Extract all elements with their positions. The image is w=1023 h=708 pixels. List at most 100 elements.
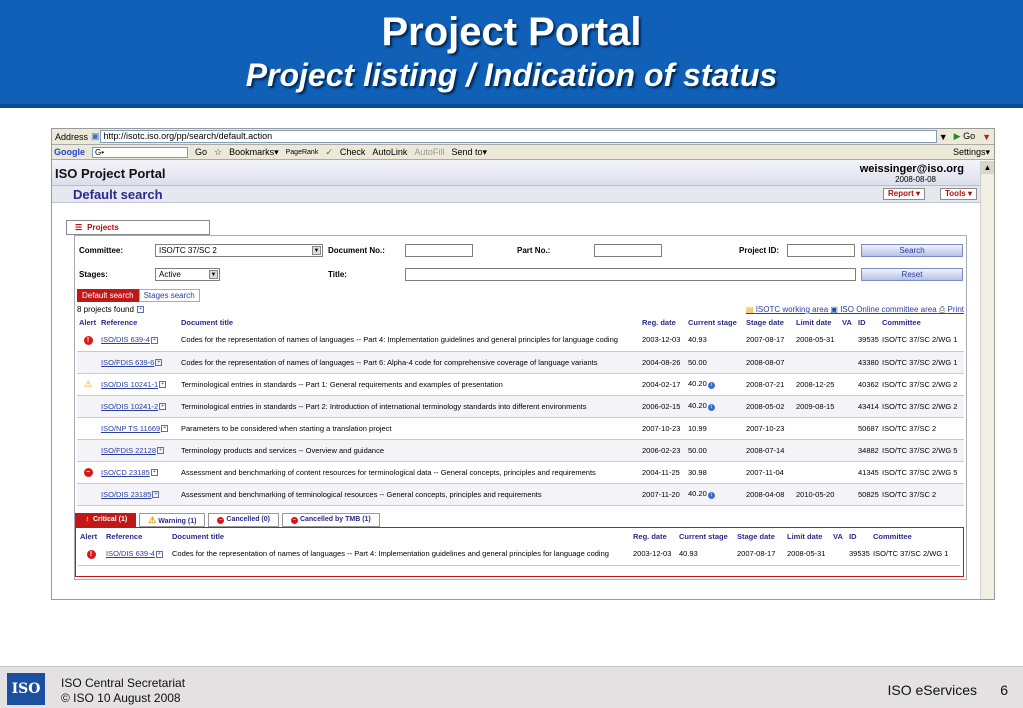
bookmarks-star-icon[interactable]: ☆	[214, 147, 222, 158]
reg-date-cell: 2004-08-26	[640, 351, 686, 374]
col-current-stage[interactable]: Current stage	[677, 530, 735, 543]
col-reg-date[interactable]: Reg. date	[631, 530, 677, 543]
reference-link[interactable]: ISO/DIS 639-4	[101, 335, 150, 344]
expand-icon[interactable]: +	[159, 403, 167, 411]
table-row[interactable]: ! ISO/DIS 639-4 + Codes for the representat…	[78, 543, 960, 566]
reference-link[interactable]: ISO/FDIS 22128	[101, 446, 156, 455]
col-id[interactable]: ID	[856, 316, 880, 329]
isotc-working-area-link[interactable]: ISOTC working area	[756, 305, 828, 314]
expand-icon[interactable]: +	[155, 359, 163, 367]
report-button[interactable]: Report ▾	[882, 188, 925, 200]
table-row[interactable]: ISO/FDIS 639-6 + Codes for the representat…	[77, 351, 964, 374]
online-committee-area-link[interactable]: ISO Online committee area	[840, 305, 936, 314]
reference-link[interactable]: ISO/CD 23185	[101, 468, 150, 477]
tab-stages-search[interactable]: Stages search	[138, 289, 200, 302]
current-stage-cell: 50.00	[686, 439, 744, 462]
table-row[interactable]: ISO/FDIS 22128 + Terminology products and …	[77, 439, 964, 462]
col-va[interactable]: VA	[831, 530, 847, 543]
part-no-input[interactable]	[594, 244, 662, 257]
expand-icon[interactable]: +	[150, 336, 158, 344]
google-go-button[interactable]: Go	[195, 147, 207, 157]
col-id[interactable]: ID	[847, 530, 871, 543]
id-cell: 41345	[856, 461, 880, 484]
pagerank-button[interactable]: PageRank	[286, 149, 319, 156]
col-va[interactable]: VA	[840, 316, 856, 329]
stages-select[interactable]: Active ▼	[155, 268, 220, 281]
expand-icon[interactable]: +	[155, 550, 163, 558]
tab-cancelled[interactable]: − Cancelled (0)	[208, 513, 279, 527]
stage-date-cell: 2008-04-08	[744, 483, 794, 506]
expand-icon[interactable]: +	[161, 425, 169, 433]
col-current-stage[interactable]: Current stage	[686, 316, 744, 329]
table-row[interactable]: ISO/DIS 23185 + Assessment and benchmarkin…	[77, 483, 964, 506]
title-input[interactable]	[405, 268, 856, 281]
reference-link[interactable]: ISO/DIS 10241-2	[101, 402, 158, 411]
tab-warning[interactable]: ⚠ Warning (1)	[139, 513, 206, 527]
google-search-input[interactable]: G•	[92, 146, 188, 158]
col-alert[interactable]: Alert	[78, 530, 104, 543]
col-document-title[interactable]: Document title	[170, 530, 631, 543]
tab-default-search[interactable]: Default search	[77, 289, 139, 302]
project-id-input[interactable]	[787, 244, 855, 257]
expand-icon[interactable]: +	[150, 469, 158, 477]
scroll-up-icon[interactable]: ▲	[981, 161, 994, 174]
committee-cell: ISO/TC 37/SC 2/WG 5	[880, 439, 964, 462]
col-reference[interactable]: Reference	[99, 316, 179, 329]
col-committee[interactable]: Committee	[880, 316, 964, 329]
info-icon[interactable]: i	[707, 382, 715, 389]
table-row[interactable]: − ISO/CD 23185 + Assessment and benchmarkin…	[77, 461, 964, 484]
info-icon[interactable]: i	[707, 492, 715, 499]
page-number: 6	[1000, 682, 1008, 698]
slide-footer: ISO ISO Central Secretariat © ISO 10 Aug…	[0, 666, 1023, 708]
expand-icon[interactable]: +	[152, 491, 160, 499]
reset-button[interactable]: Reset	[861, 268, 963, 281]
reference-link[interactable]: ISO/DIS 23185	[101, 490, 151, 499]
table-row[interactable]: ⚠ ISO/DIS 10241-1 + Terminological entries …	[77, 373, 964, 396]
check-button[interactable]: Check	[340, 147, 366, 157]
col-committee[interactable]: Committee	[871, 530, 960, 543]
expand-icon[interactable]: +	[137, 306, 145, 314]
id-cell: 39535	[856, 329, 880, 352]
alert-cell	[77, 483, 99, 506]
url-dropdown-icon[interactable]: ▼	[937, 132, 950, 142]
table-row[interactable]: ! ISO/DIS 639-4 + Codes for the representat…	[77, 329, 964, 352]
table-row[interactable]: ISO/NP TS 11669 + Parameters to be conside…	[77, 417, 964, 440]
reference-cell: ISO/DIS 23185 +	[99, 483, 179, 506]
committee-select[interactable]: ISO/TC 37/SC 2 ▼	[155, 244, 323, 257]
col-stage-date[interactable]: Stage date	[735, 530, 785, 543]
col-reg-date[interactable]: Reg. date	[640, 316, 686, 329]
col-stage-date[interactable]: Stage date	[744, 316, 794, 329]
info-icon[interactable]: i	[707, 404, 715, 411]
reference-link[interactable]: ISO/NP TS 11669	[101, 424, 160, 433]
settings-button[interactable]: Settings▾	[953, 147, 994, 158]
col-limit-date[interactable]: Limit date	[785, 530, 831, 543]
reference-link[interactable]: ISO/DIS 10241-1	[101, 380, 158, 389]
reference-link[interactable]: ISO/FDIS 639-6	[101, 358, 154, 367]
send-to-button[interactable]: Send to▾	[451, 147, 487, 158]
print-link[interactable]: Print	[948, 305, 964, 314]
reference-link[interactable]: ISO/DIS 639-4	[106, 549, 155, 558]
bookmarks-button[interactable]: Bookmarks▾	[229, 147, 279, 158]
col-reference[interactable]: Reference	[104, 530, 170, 543]
committee-cell: ISO/TC 37/SC 2/WG 2	[880, 395, 964, 418]
url-input[interactable]: http://isotc.iso.org/pp/search/default.a…	[99, 130, 937, 143]
expand-icon[interactable]: +	[157, 447, 165, 455]
search-button[interactable]: Search	[861, 244, 963, 257]
table-row[interactable]: ISO/DIS 10241-2 + Terminological entries i…	[77, 395, 964, 418]
col-alert[interactable]: Alert	[77, 316, 99, 329]
scrollbar[interactable]: ▲	[980, 161, 994, 599]
autolink-button[interactable]: AutoLink	[372, 147, 407, 157]
col-document-title[interactable]: Document title	[179, 316, 640, 329]
tab-cancelled-by-tmb[interactable]: − Cancelled by TMB (1)	[282, 513, 380, 527]
col-limit-date[interactable]: Limit date	[794, 316, 840, 329]
va-cell	[840, 351, 856, 374]
tab-projects[interactable]: ☰ Projects	[66, 220, 210, 235]
tab-critical[interactable]: ! Critical (1)	[75, 513, 137, 527]
document-no-input[interactable]	[405, 244, 473, 257]
expand-icon[interactable]: +	[159, 381, 167, 389]
current-stage-cell: 40.93	[686, 329, 744, 352]
autofill-button[interactable]: AutoFill	[414, 147, 444, 157]
go-button[interactable]: ▶ Go	[950, 131, 979, 142]
tools-button[interactable]: Tools ▾	[940, 188, 977, 200]
toolbar-menu-icon[interactable]: ▼	[979, 132, 994, 142]
